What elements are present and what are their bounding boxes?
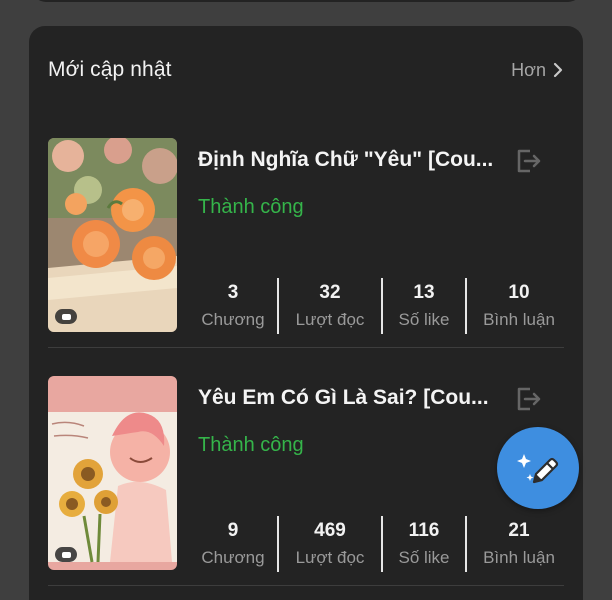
stat-label: Bình luận — [483, 547, 555, 567]
story-item[interactable]: Định Nghĩa Chữ "Yêu" [Cou... Thành công … — [48, 138, 564, 348]
stat-value: 32 — [319, 281, 341, 303]
chevron-right-icon — [553, 62, 563, 78]
stat-likes: 116 Số like — [383, 516, 467, 572]
stat-value: 10 — [508, 281, 530, 303]
comment-badge-icon — [55, 309, 77, 324]
more-label: Hơn — [511, 59, 546, 80]
stat-label: Chương — [201, 309, 265, 329]
section-title: Mới cập nhật — [48, 58, 172, 81]
stat-chapters: 3 Chương — [189, 278, 279, 334]
stat-reads: 32 Lượt đọc — [279, 278, 383, 334]
stat-value: 13 — [413, 281, 435, 303]
story-title[interactable]: Định Nghĩa Chữ "Yêu" [Cou... — [198, 148, 508, 172]
stat-comments: 10 Bình luận — [467, 278, 571, 334]
recently-updated-section: Mới cập nhật Hơn Định Nghĩa Chữ "Yêu" [C… — [29, 26, 583, 600]
stat-value: 116 — [408, 519, 440, 541]
logout-icon[interactable] — [511, 383, 543, 415]
more-link[interactable]: Hơn — [511, 60, 564, 81]
stat-comments: 21 Bình luận — [467, 516, 571, 572]
story-cover-image[interactable] — [48, 138, 177, 332]
stat-likes: 13 Số like — [383, 278, 467, 334]
stat-label: Số like — [398, 547, 450, 567]
section-header: Mới cập nhật Hơn — [48, 54, 564, 86]
story-stats: 3 Chương 32 Lượt đọc 13 Số like 10 Bình … — [189, 278, 574, 334]
stat-value: 9 — [227, 519, 239, 541]
stat-chapters: 9 Chương — [189, 516, 279, 572]
stat-label: Lượt đọc — [295, 309, 365, 329]
stat-label: Chương — [201, 547, 265, 567]
stat-value: 21 — [508, 519, 530, 541]
stat-label: Số like — [398, 309, 450, 329]
stat-value: 3 — [227, 281, 239, 303]
story-item[interactable]: Yêu Em Có Gì Là Sai? [Cou... Thành công … — [48, 376, 564, 586]
story-stats: 9 Chương 469 Lượt đọc 116 Số like 21 Bìn… — [189, 516, 574, 572]
previous-card-edge — [32, 0, 582, 2]
comment-badge-icon — [55, 547, 77, 562]
logout-icon[interactable] — [511, 145, 543, 177]
status-label: Thành công — [198, 434, 304, 456]
stat-label: Bình luận — [483, 309, 555, 329]
stat-label: Lượt đọc — [295, 547, 365, 567]
story-title[interactable]: Yêu Em Có Gì Là Sai? [Cou... — [198, 386, 508, 410]
stat-value: 469 — [314, 519, 346, 541]
story-cover-image[interactable] — [48, 376, 177, 570]
stat-reads: 469 Lượt đọc — [279, 516, 383, 572]
magic-pen-icon — [517, 454, 559, 484]
write-fab-button[interactable] — [497, 427, 579, 509]
status-label: Thành công — [198, 196, 304, 218]
